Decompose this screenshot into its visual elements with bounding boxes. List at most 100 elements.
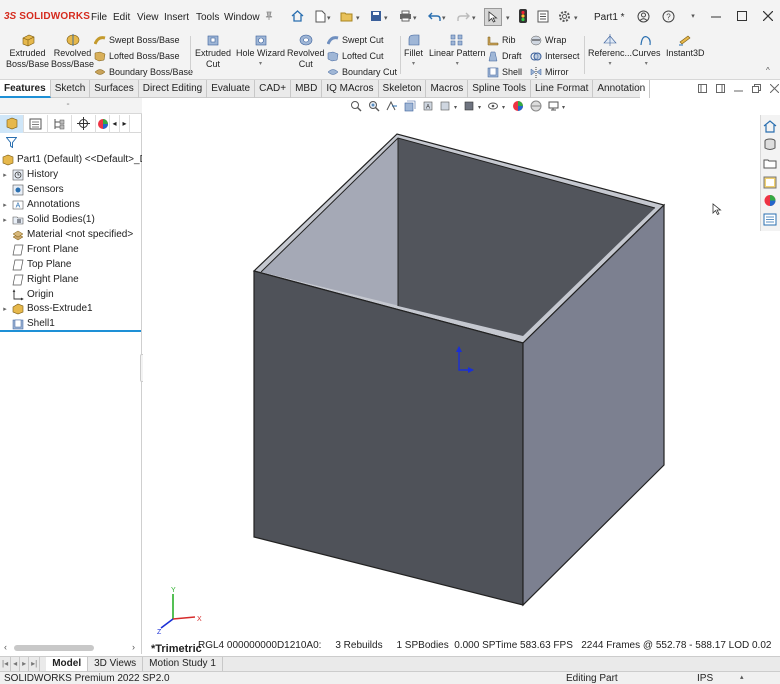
viewport-restore-icon[interactable] (752, 84, 761, 93)
tile-left-icon[interactable] (698, 84, 707, 93)
minimize-icon[interactable] (708, 8, 724, 24)
tab-direct-editing[interactable]: Direct Editing (139, 80, 208, 98)
options-gear-icon[interactable] (557, 9, 571, 23)
tab-features[interactable]: Features (0, 80, 51, 98)
tab-surfaces[interactable]: Surfaces (90, 80, 139, 98)
scroll-right-icon[interactable]: › (132, 642, 135, 652)
undo-dropdown-icon[interactable]: ▾ (442, 14, 446, 22)
menu-file[interactable]: File (91, 12, 107, 23)
scroll-left-icon[interactable]: ‹ (4, 642, 7, 652)
tree-item-annotations[interactable]: ▸ A Annotations (0, 197, 142, 212)
property-manager-tab[interactable] (24, 114, 48, 133)
new-document-icon[interactable] (313, 9, 327, 23)
tree-item-top-plane[interactable]: Top Plane (0, 257, 142, 272)
appearances-scenes-icon[interactable] (762, 192, 778, 208)
draft-button[interactable]: Draft (487, 49, 522, 63)
tree-item-material[interactable]: Material <not specified> (0, 227, 142, 242)
panel-scroll-left-icon[interactable]: ◂ (110, 114, 120, 133)
fillet-button[interactable]: Fillet ▾ (404, 33, 423, 70)
display-manager-tab[interactable] (96, 114, 110, 133)
hole-wizard-dropdown-icon[interactable]: ▾ (259, 59, 262, 70)
panel-scroll-right-icon[interactable]: ▸ (120, 114, 130, 133)
rib-button[interactable]: Rib (487, 33, 522, 47)
model-graphics[interactable] (143, 98, 760, 638)
wrap-button[interactable]: Wrap (530, 33, 580, 47)
tree-item-history[interactable]: ▸ History (0, 167, 142, 182)
undo-icon[interactable] (427, 9, 441, 23)
extruded-cut-button[interactable]: Extruded Cut (195, 33, 231, 70)
tab-line-format[interactable]: Line Format (531, 80, 594, 98)
tree-filter-icon[interactable] (5, 137, 18, 151)
solidworks-resources-icon[interactable] (762, 118, 778, 134)
viewport-close-icon[interactable] (770, 84, 779, 93)
lofted-boss-base-button[interactable]: Lofted Boss/Base (94, 49, 193, 63)
units-dropdown-icon[interactable]: ▴ (740, 673, 744, 681)
curves-button[interactable]: Curves ▾ (632, 33, 661, 70)
file-explorer-icon[interactable] (762, 155, 778, 171)
tab-model[interactable]: Model (46, 657, 89, 671)
lofted-cut-button[interactable]: Lofted Cut (327, 49, 397, 63)
menu-view[interactable]: View (137, 12, 159, 23)
tab-annotation[interactable]: Annotation (593, 80, 651, 98)
linear-pattern-button[interactable]: Linear Pattern ▾ (429, 33, 486, 70)
next-tab-icon[interactable]: ▸ (20, 657, 30, 671)
tree-item-shell1[interactable]: Shell1 (0, 316, 142, 331)
panel-horizontal-scrollbar[interactable]: ‹ › (0, 642, 142, 654)
tab-3d-views[interactable]: 3D Views (88, 657, 144, 671)
select-pointer-icon[interactable] (484, 8, 502, 26)
reference-triad[interactable]: Y X Z (157, 584, 207, 634)
options-dropdown-icon[interactable]: ▾ (574, 14, 578, 22)
boundary-boss-base-button[interactable]: Boundary Boss/Base (94, 65, 193, 79)
last-tab-icon[interactable]: ▸| (29, 657, 41, 671)
tab-macros[interactable]: Macros (426, 80, 469, 98)
revolved-cut-button[interactable]: Revolved Cut (287, 33, 325, 70)
print-dropdown-icon[interactable]: ▾ (413, 14, 417, 22)
rebuild-traffic-light-icon[interactable] (516, 9, 530, 23)
reference-dropdown-icon[interactable]: ▾ (609, 59, 612, 70)
instant3d-button[interactable]: Instant3D (666, 33, 705, 59)
new-dropdown-icon[interactable]: ▾ (327, 14, 331, 22)
tree-item-boss-extrude1[interactable]: ▸ Boss-Extrude1 (0, 301, 142, 316)
tab-evaluate[interactable]: Evaluate (207, 80, 256, 98)
mirror-button[interactable]: Mirror (530, 65, 580, 79)
reference-geometry-button[interactable]: Referenc... ▾ (588, 33, 632, 70)
tab-iq-macros[interactable]: IQ MAcros (322, 80, 379, 98)
prev-tab-icon[interactable]: ◂ (11, 657, 21, 671)
feature-manager-tab[interactable] (0, 114, 24, 133)
extruded-boss-base-button[interactable]: Extruded Boss/Base (6, 33, 49, 70)
save-dropdown-icon[interactable]: ▾ (384, 14, 388, 22)
print-icon[interactable] (398, 9, 412, 23)
open-folder-icon[interactable] (340, 9, 354, 23)
design-library-icon[interactable] (762, 136, 778, 152)
user-account-icon[interactable] (636, 9, 650, 23)
solidworks-logo[interactable]: 3S SOLIDWORKS (4, 8, 90, 24)
custom-properties-icon[interactable] (762, 211, 778, 227)
scrollbar-thumb[interactable] (14, 645, 94, 651)
curves-dropdown-icon[interactable]: ▾ (645, 59, 648, 70)
linear-pattern-dropdown-icon[interactable]: ▾ (456, 59, 459, 70)
view-palette-icon[interactable] (762, 174, 778, 190)
viewport-minimize-icon[interactable] (734, 84, 743, 93)
tile-right-icon[interactable] (716, 84, 725, 93)
configuration-manager-tab[interactable] (48, 114, 72, 133)
collapse-ribbon-icon[interactable]: ^ (766, 66, 770, 75)
fillet-dropdown-icon[interactable]: ▾ (412, 59, 415, 70)
shell-button[interactable]: Shell (487, 65, 522, 79)
swept-cut-button[interactable]: Swept Cut (327, 33, 397, 47)
menu-window[interactable]: Window (224, 12, 260, 23)
help-dropdown-icon[interactable]: ▾ (686, 9, 700, 23)
panel-grip-icon[interactable]: ⁃ (66, 100, 70, 109)
expand-arrow-icon[interactable]: ▸ (0, 305, 10, 313)
open-dropdown-icon[interactable]: ▾ (356, 14, 360, 22)
menu-tools[interactable]: Tools (196, 12, 219, 23)
pin-icon[interactable] (262, 9, 276, 23)
file-properties-icon[interactable] (536, 9, 550, 23)
save-icon[interactable] (369, 9, 383, 23)
expand-arrow-icon[interactable]: ▸ (0, 201, 10, 209)
swept-boss-base-button[interactable]: Swept Boss/Base (94, 33, 193, 47)
redo-dropdown-icon[interactable]: ▾ (472, 14, 476, 22)
maximize-icon[interactable] (734, 8, 750, 24)
help-icon[interactable]: ? (661, 9, 675, 23)
home-icon[interactable] (290, 9, 304, 23)
menu-edit[interactable]: Edit (113, 12, 130, 23)
